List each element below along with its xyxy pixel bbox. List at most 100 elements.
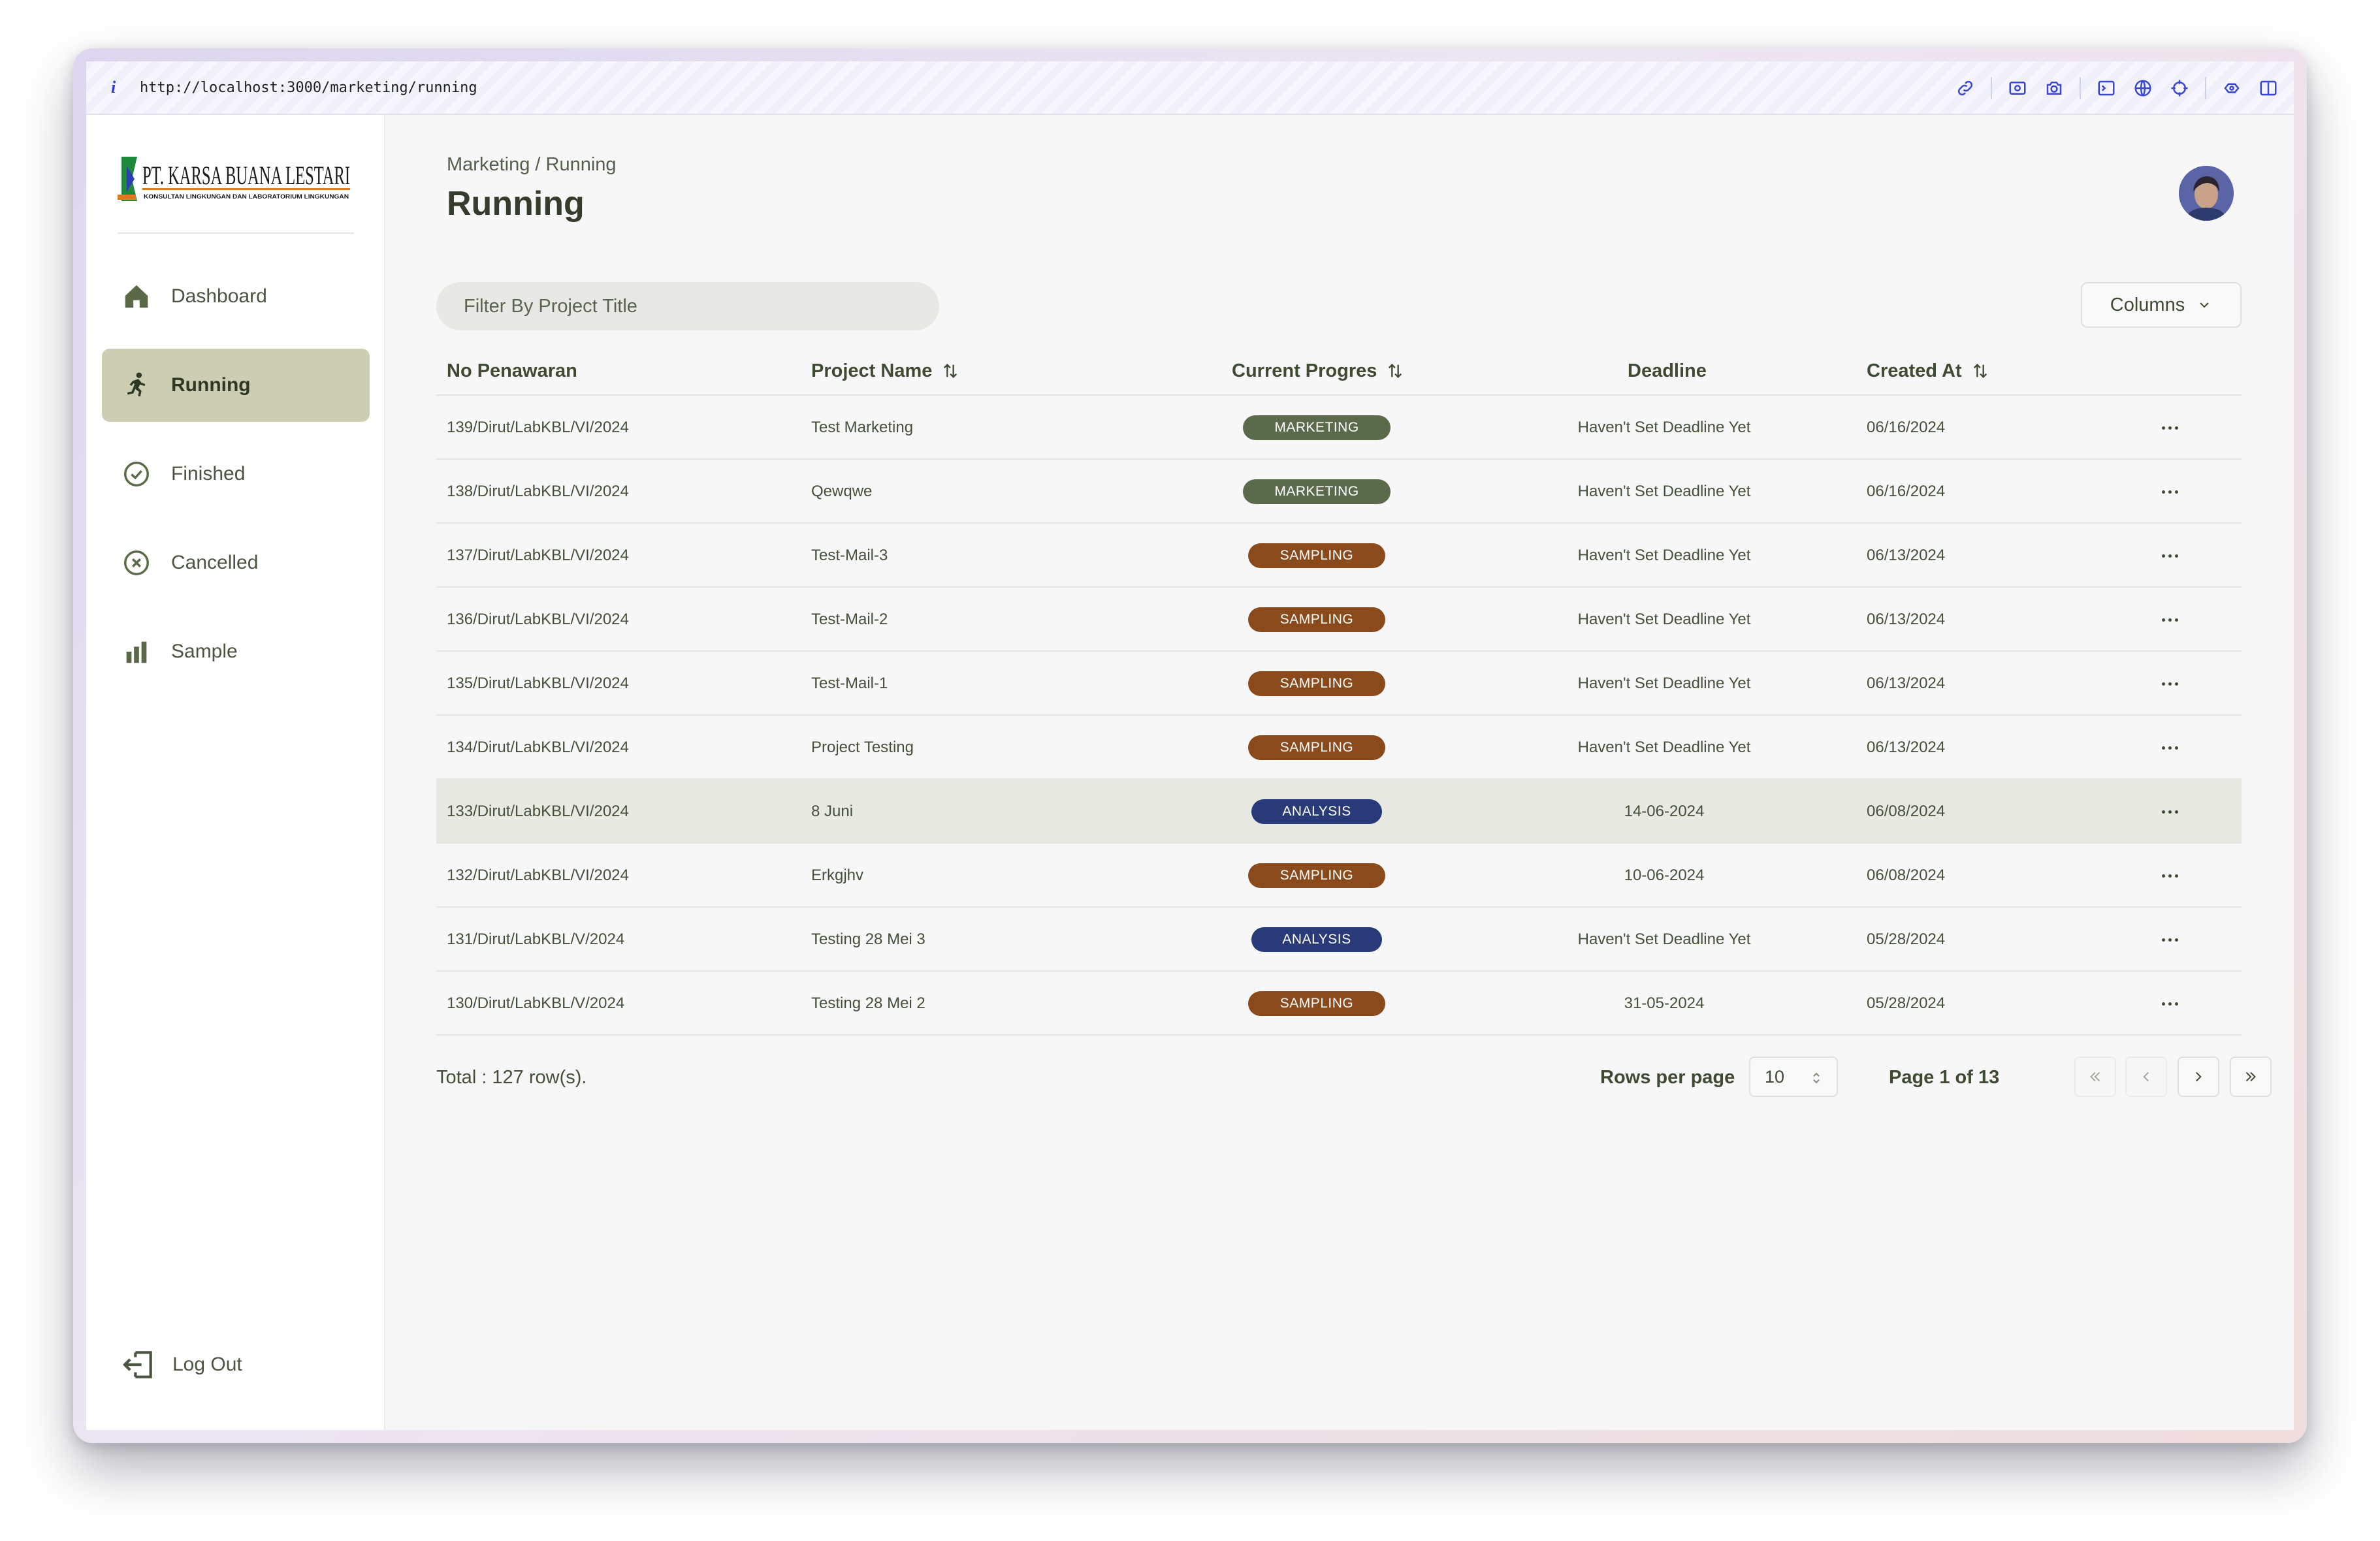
logout-label: Log Out	[172, 1354, 242, 1375]
address-bar[interactable]: i http://localhost:3000/marketing/runnin…	[86, 61, 2294, 115]
browser-toolbar	[1940, 61, 2279, 115]
table-row[interactable]: 136/Dirut/LabKBL/VI/2024 Test-Mail-2 SAMPL…	[436, 588, 2242, 652]
info-icon[interactable]: i	[111, 78, 123, 97]
breadcrumb: Marketing / Running	[447, 154, 617, 175]
sidebar: PT. KARSA BUANA LESTARI KONSULTAN LINGKU…	[86, 115, 385, 1430]
cell-project-name: Qewqwe	[811, 483, 873, 500]
cell-project-name: Test-Mail-2	[811, 611, 888, 628]
sidebar-item-running[interactable]: Running	[102, 349, 370, 422]
url-text[interactable]: http://localhost:3000/marketing/running	[140, 80, 477, 96]
status-badge: SAMPLING	[1248, 863, 1385, 888]
sort-icon[interactable]	[1386, 362, 1404, 380]
rows-per-page-select[interactable]: 10	[1749, 1056, 1838, 1097]
table-body: 139/Dirut/LabKBL/VI/2024 Test Marketing MA…	[436, 396, 2242, 1036]
sidebar-item-sample[interactable]: Sample	[102, 615, 370, 688]
cell-deadline: 31-05-2024	[1624, 994, 1705, 1012]
sidebar-item-dashboard[interactable]: Dashboard	[102, 260, 370, 333]
row-actions-menu-icon[interactable]	[2162, 460, 2181, 524]
first-page-button[interactable]	[2074, 1056, 2116, 1097]
cell-no-penawaran: 135/Dirut/LabKBL/VI/2024	[447, 675, 629, 692]
toolbar-divider	[2080, 77, 2081, 99]
table-header: No Penawaran Project Name Current Progre…	[436, 346, 2242, 396]
sidebar-item-label: Cancelled	[171, 552, 259, 573]
sidebar-item-finished[interactable]: Finished	[102, 437, 370, 511]
globe-icon[interactable]	[2132, 77, 2154, 99]
column-header-current-progress[interactable]: Current Progres	[1232, 346, 1404, 396]
filter-project-title-input[interactable]	[436, 282, 939, 330]
table-row[interactable]: 133/Dirut/LabKBL/VI/2024 8 Juni ANALYSIS 14…	[436, 780, 2242, 844]
cell-project-name: Testing 28 Mei 2	[811, 994, 925, 1012]
cell-no-penawaran: 138/Dirut/LabKBL/VI/2024	[447, 483, 629, 500]
screenshot-icon[interactable]	[2006, 77, 2029, 99]
camera-icon[interactable]	[2043, 77, 2065, 99]
row-actions-menu-icon[interactable]	[2162, 716, 2181, 780]
cell-project-name: Testing 28 Mei 3	[811, 930, 925, 948]
page-info: Page 1 of 13	[1889, 1067, 2000, 1088]
row-actions-menu-icon[interactable]	[2162, 524, 2181, 588]
sort-icon[interactable]	[941, 362, 959, 380]
status-badge: MARKETING	[1243, 479, 1391, 504]
sidebar-item-cancelled[interactable]: Cancelled	[102, 526, 370, 599]
column-header-no-penawaran: No Penawaran	[447, 360, 577, 381]
crosshair-icon[interactable]	[2168, 77, 2191, 99]
row-actions-menu-icon[interactable]	[2162, 844, 2181, 908]
cell-project-name: Test-Mail-3	[811, 547, 888, 564]
cell-no-penawaran: 133/Dirut/LabKBL/VI/2024	[447, 802, 629, 820]
next-page-button[interactable]	[2178, 1056, 2219, 1097]
logo-company-text: PT. KARSA BUANA LESTARI	[142, 161, 350, 190]
cell-deadline: Haven't Set Deadline Yet	[1577, 930, 1751, 948]
last-page-button[interactable]	[2230, 1056, 2272, 1097]
column-header-project-name[interactable]: Project Name	[811, 346, 959, 396]
column-header-deadline: Deadline	[1628, 360, 1707, 381]
column-header-created-at[interactable]: Created At	[1867, 346, 1989, 396]
cell-created-at: 05/28/2024	[1867, 994, 1946, 1012]
row-actions-menu-icon[interactable]	[2162, 396, 2181, 460]
cell-no-penawaran: 136/Dirut/LabKBL/VI/2024	[447, 611, 629, 628]
home-icon	[120, 280, 153, 313]
table-row[interactable]: 138/Dirut/LabKBL/VI/2024 Qewqwe MARKETING H…	[436, 460, 2242, 524]
avatar[interactable]	[2179, 166, 2234, 221]
table-row[interactable]: 134/Dirut/LabKBL/VI/2024 Project Testing S…	[436, 716, 2242, 780]
double-chevron-left-icon	[2090, 1072, 2100, 1082]
previous-page-button[interactable]	[2125, 1056, 2167, 1097]
row-actions-menu-icon[interactable]	[2162, 588, 2181, 652]
sidebar-item-label: Sample	[171, 641, 238, 662]
cell-deadline: Haven't Set Deadline Yet	[1577, 483, 1751, 500]
toolbar-divider	[1991, 77, 1992, 99]
columns-button[interactable]: Columns	[2081, 282, 2242, 328]
logout-icon	[123, 1351, 152, 1378]
logo-tagline-text: KONSULTAN LINGKUNGAN DAN LABORATORIUM LI…	[144, 193, 349, 200]
cell-project-name: Test Marketing	[811, 419, 914, 436]
table-row[interactable]: 137/Dirut/LabKBL/VI/2024 Test-Mail-3 SAMPL…	[436, 524, 2242, 588]
logout-button[interactable]: Log Out	[120, 1346, 242, 1383]
row-actions-menu-icon[interactable]	[2162, 908, 2181, 972]
projects-table: No Penawaran Project Name Current Progre…	[436, 346, 2242, 1036]
table-row[interactable]: 139/Dirut/LabKBL/VI/2024 Test Marketing MA…	[436, 396, 2242, 460]
terminal-icon[interactable]	[2095, 77, 2117, 99]
row-actions-menu-icon[interactable]	[2162, 972, 2181, 1036]
row-actions-menu-icon[interactable]	[2162, 652, 2181, 716]
cell-project-name: Project Testing	[811, 739, 914, 756]
row-actions-menu-icon[interactable]	[2162, 780, 2181, 844]
status-badge: ANALYSIS	[1251, 799, 1382, 824]
chevron-updown-icon	[1813, 1072, 1820, 1084]
cell-no-penawaran: 137/Dirut/LabKBL/VI/2024	[447, 547, 629, 564]
company-logo[interactable]: PT. KARSA BUANA LESTARI KONSULTAN LINGKU…	[118, 153, 353, 205]
extension-icon[interactable]	[2221, 77, 2243, 99]
table-row[interactable]: 135/Dirut/LabKBL/VI/2024 Test-Mail-1 SAMPL…	[436, 652, 2242, 716]
double-chevron-right-icon	[2245, 1072, 2256, 1082]
status-badge: MARKETING	[1243, 415, 1391, 440]
table-row[interactable]: 132/Dirut/LabKBL/VI/2024 Erkgjhv SAMPLING 1…	[436, 844, 2242, 908]
sidebar-item-label: Finished	[171, 463, 246, 485]
chevron-down-icon	[2200, 302, 2209, 308]
cell-created-at: 06/08/2024	[1867, 802, 1946, 820]
cell-no-penawaran: 130/Dirut/LabKBL/V/2024	[447, 994, 625, 1012]
table-row[interactable]: 131/Dirut/LabKBL/V/2024 Testing 28 Mei 3 A…	[436, 908, 2242, 972]
sort-icon[interactable]	[1971, 362, 1989, 380]
table-row[interactable]: 130/Dirut/LabKBL/V/2024 Testing 28 Mei 2 S…	[436, 972, 2242, 1036]
sidebar-toggle-icon[interactable]	[2257, 77, 2279, 99]
chevron-right-icon	[2196, 1072, 2202, 1082]
link-icon[interactable]	[1954, 77, 1976, 99]
cell-project-name: 8 Juni	[811, 802, 854, 820]
page-title: Running	[447, 185, 585, 223]
